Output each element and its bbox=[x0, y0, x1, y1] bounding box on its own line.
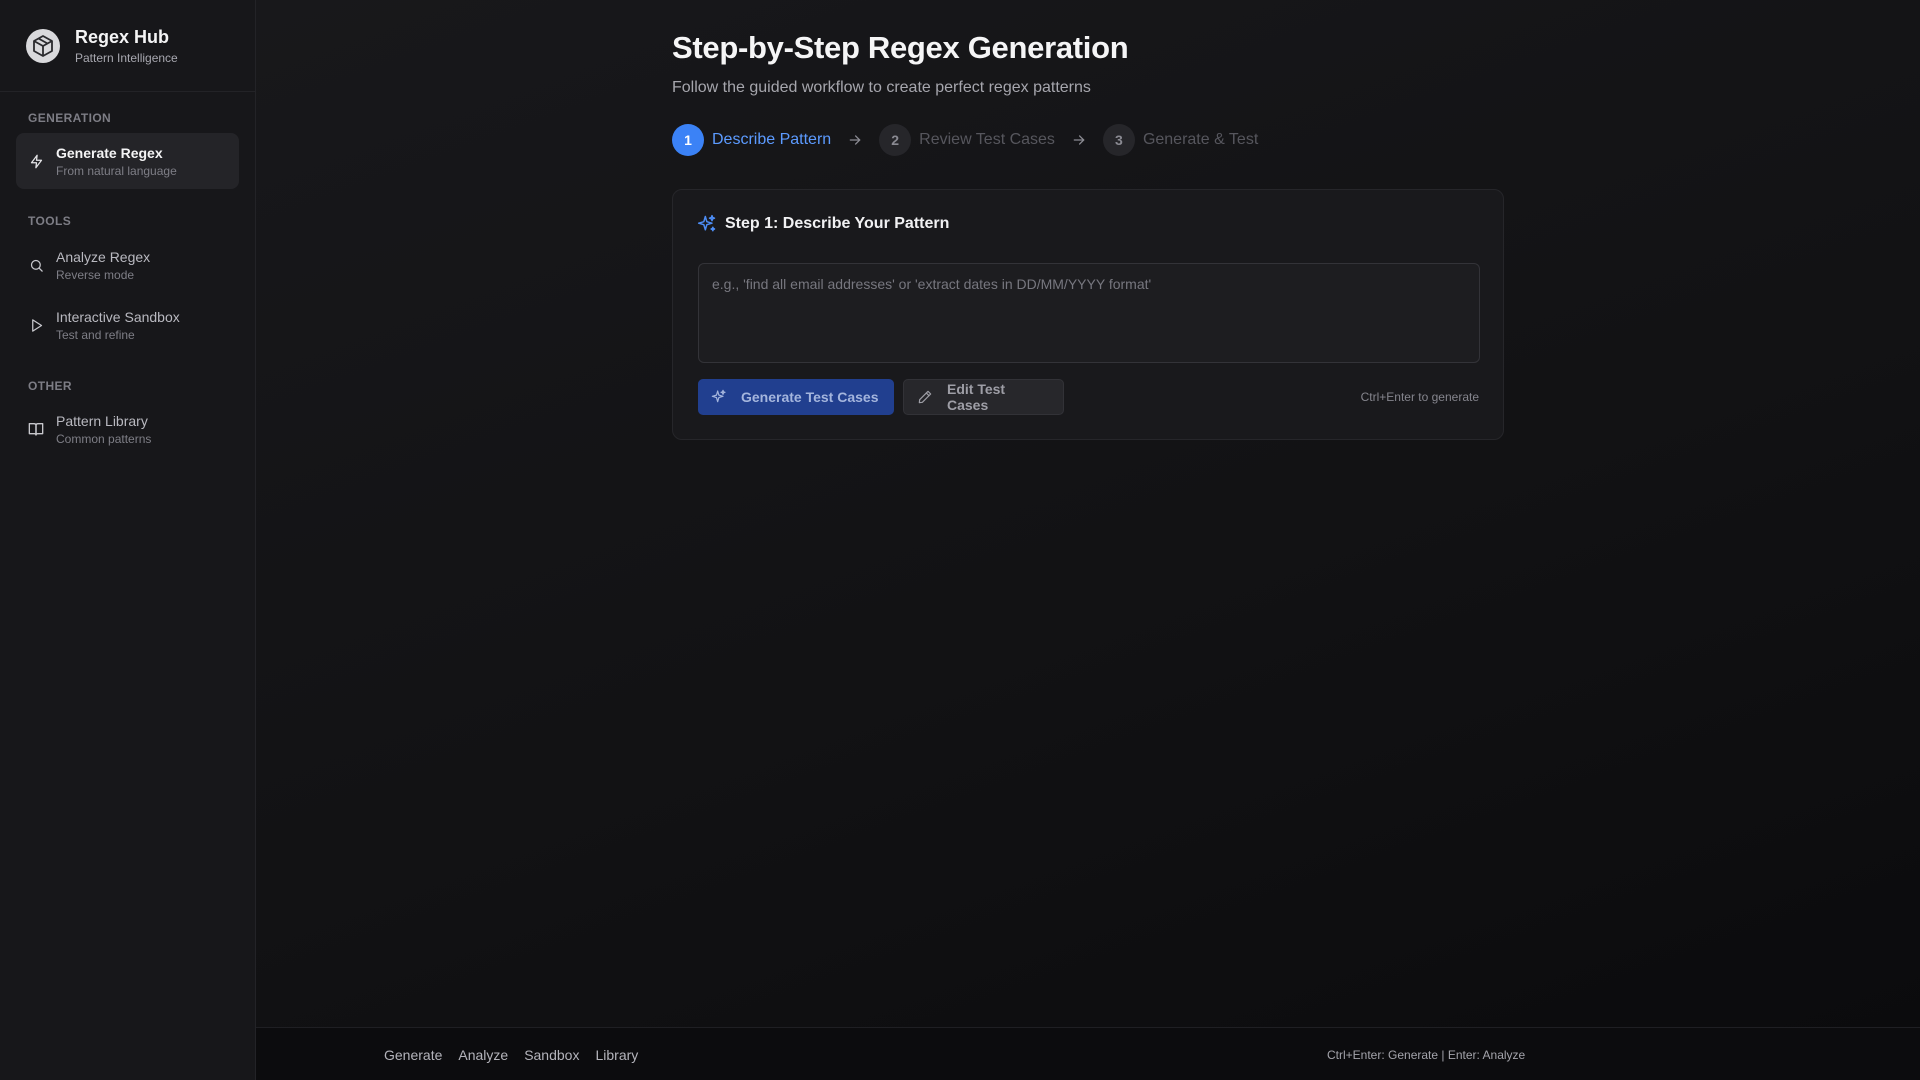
keyboard-shortcut-hint: Ctrl+Enter to generate bbox=[1360, 390, 1479, 404]
describe-pattern-card: Step 1: Describe Your Pattern Generate T… bbox=[672, 189, 1504, 440]
app-tagline: Pattern Intelligence bbox=[75, 51, 178, 65]
page-subtitle: Follow the guided workflow to create per… bbox=[672, 79, 1091, 96]
search-icon bbox=[28, 257, 44, 273]
cube-logo-icon bbox=[26, 28, 60, 63]
app-name: Regex Hub bbox=[75, 27, 170, 47]
step-number: 1 bbox=[672, 124, 704, 156]
nav-section-other: OTHER bbox=[28, 379, 72, 393]
footer-link-sandbox[interactable]: Sandbox bbox=[524, 1047, 579, 1063]
footer-link-analyze[interactable]: Analyze bbox=[458, 1047, 508, 1063]
sidebar-item-interactive-sandbox[interactable]: Interactive Sandbox Test and refine bbox=[16, 297, 239, 353]
page-title: Step-by-Step Regex Generation bbox=[672, 30, 1129, 65]
brand-header[interactable]: Regex Hub Pattern Intelligence bbox=[0, 0, 255, 92]
card-header: Step 1: Describe Your Pattern bbox=[697, 214, 949, 234]
step-label: Generate & Test bbox=[1142, 131, 1259, 148]
footer-link-generate[interactable]: Generate bbox=[384, 1047, 442, 1063]
generate-test-cases-button[interactable]: Generate Test Cases bbox=[698, 379, 894, 415]
play-icon bbox=[28, 317, 44, 333]
step-generate-and-test[interactable]: 3 Generate & Test bbox=[1102, 124, 1259, 156]
sidebar-item-generate-regex[interactable]: Generate Regex From natural language bbox=[16, 133, 239, 189]
sidebar-item-pattern-library[interactable]: Pattern Library Common patterns bbox=[16, 401, 239, 457]
app-window: Regex Hub Pattern Intelligence GENERATIO… bbox=[0, 0, 1920, 1080]
sparkles-icon bbox=[711, 389, 727, 405]
sidebar-item-analyze-regex[interactable]: Analyze Regex Reverse mode bbox=[16, 237, 239, 293]
edit-test-cases-button[interactable]: Edit Test Cases bbox=[903, 379, 1064, 415]
footer-bar: Generate Analyze Sandbox Library Ctrl+En… bbox=[256, 1027, 1920, 1080]
step-label: Review Test Cases bbox=[919, 131, 1055, 148]
workflow-stepper: 1 Describe Pattern 2 Review Test Cases 3… bbox=[672, 124, 1258, 156]
step-number: 3 bbox=[1102, 124, 1135, 156]
sidebar-item-description: Test and refine bbox=[56, 327, 135, 342]
lightning-icon bbox=[28, 153, 44, 169]
nav-section-generation: GENERATION bbox=[28, 111, 112, 125]
footer-nav: Generate Analyze Sandbox Library bbox=[384, 1028, 654, 1080]
sidebar-item-label: Interactive Sandbox bbox=[56, 308, 180, 325]
sidebar-item-label: Pattern Library bbox=[56, 412, 148, 429]
sidebar-item-description: Reverse mode bbox=[56, 267, 135, 282]
button-label: Edit Test Cases bbox=[947, 381, 1006, 413]
sidebar-item-description: From natural language bbox=[56, 163, 177, 178]
step-number: 2 bbox=[879, 124, 912, 156]
step-label: Describe Pattern bbox=[712, 131, 832, 148]
arrow-right-icon bbox=[848, 133, 862, 147]
sidebar: Regex Hub Pattern Intelligence GENERATIO… bbox=[0, 0, 256, 1080]
step-review-test-cases[interactable]: 2 Review Test Cases bbox=[879, 124, 1055, 156]
sparkles-icon bbox=[697, 214, 717, 234]
footer-shortcuts-hint: Ctrl+Enter: Generate | Enter: Analyze bbox=[1327, 1047, 1526, 1062]
nav-section-tools: TOOLS bbox=[28, 214, 72, 228]
sidebar-item-label: Analyze Regex bbox=[56, 248, 151, 265]
sidebar-item-label: Generate Regex bbox=[56, 144, 163, 161]
main-content: Step-by-Step Regex Generation Follow the… bbox=[256, 0, 1920, 1027]
sidebar-item-description: Common patterns bbox=[56, 431, 152, 446]
arrow-right-icon bbox=[1072, 133, 1086, 147]
step-describe-pattern[interactable]: 1 Describe Pattern bbox=[672, 124, 831, 156]
button-label: Generate Test Cases bbox=[741, 389, 879, 405]
book-open-icon bbox=[28, 421, 44, 437]
pattern-description-input[interactable] bbox=[698, 263, 1480, 363]
footer-link-library[interactable]: Library bbox=[595, 1047, 638, 1063]
card-title: Step 1: Describe Your Pattern bbox=[725, 215, 950, 232]
pencil-icon bbox=[917, 389, 933, 405]
